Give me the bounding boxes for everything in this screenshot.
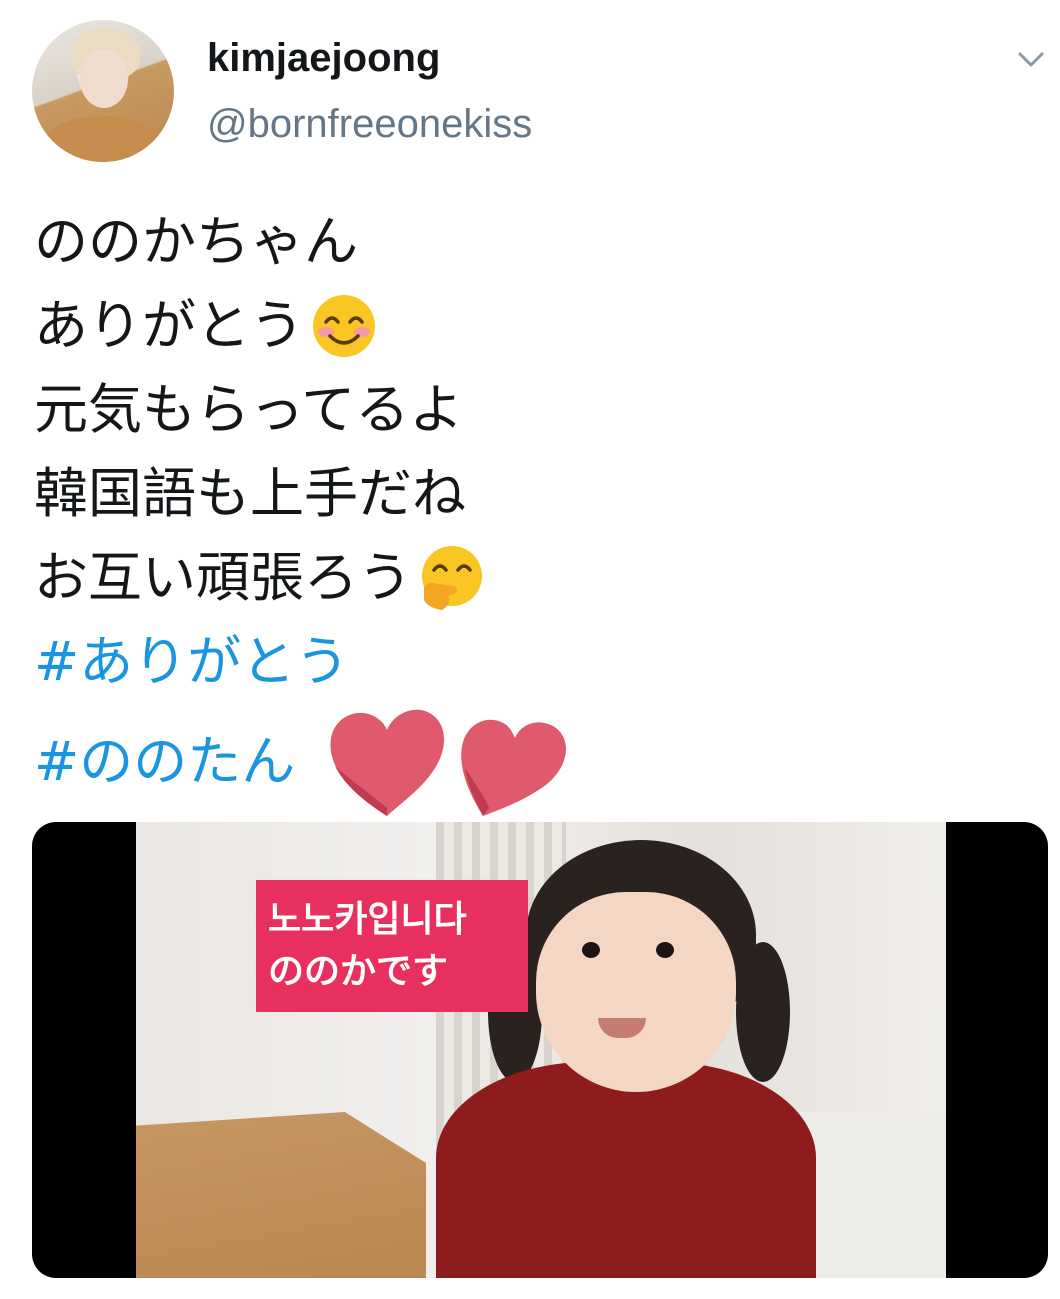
video-caption-line: 노노카입니다 [268,899,467,940]
child-eye-right [656,942,674,958]
face-with-hand-over-mouth-emoji [422,546,482,610]
tweet-line-text: 韓国語も上手だね [34,462,466,525]
user-handle[interactable]: @bornfreeonekiss [207,102,532,147]
tweet-line-text: 元気もらってるよ [34,378,464,441]
child-face [536,892,736,1092]
heart-icon [461,719,567,816]
video-caption: 노노카입니다 ののかです [256,880,528,1012]
avatar-face [80,50,128,108]
tweet-text: ののかちゃん ありがとう 元気もらってるよ 韓国語も上手だね お互い頑張ろう #… [34,200,1034,820]
tweet-line-text: ありがとう [34,294,304,357]
avatar-shirt [42,116,164,162]
tweet-line: #ののたん [34,704,1034,820]
hashtag-link[interactable]: #ののたん [34,720,295,804]
child-sweater [436,1062,816,1278]
tweet-line: #ありがとう [34,620,1034,704]
avatar[interactable] [32,20,174,162]
display-name[interactable]: kimjaejoong [207,36,440,81]
chevron-down-icon[interactable] [1016,44,1046,74]
video-caption-line: ののかです [268,951,449,992]
tweet-line-text: お互い頑張ろう [34,546,412,609]
tweet-line: 韓国語も上手だね [34,452,1034,536]
tweet-line-text: ののかちゃん [34,210,358,273]
tweet-line: ののかちゃん [34,200,1034,284]
video-frame: 노노카입니다 ののかです [136,822,946,1278]
smiling-face-with-smiling-eyes-emoji [313,295,375,357]
wooden-table [136,1112,426,1278]
tweet-line: 元気もらってるよ [34,368,1034,452]
hashtag-link[interactable]: #ありがとう [34,620,349,704]
tweet-line: ありがとう [34,284,1034,368]
video-thumbnail[interactable]: 노노카입니다 ののかです [32,822,1048,1278]
heart-icon [330,709,445,816]
tweet-line: お互い頑張ろう [34,536,1034,620]
hearts [325,704,573,820]
child-eye-left [582,942,600,958]
